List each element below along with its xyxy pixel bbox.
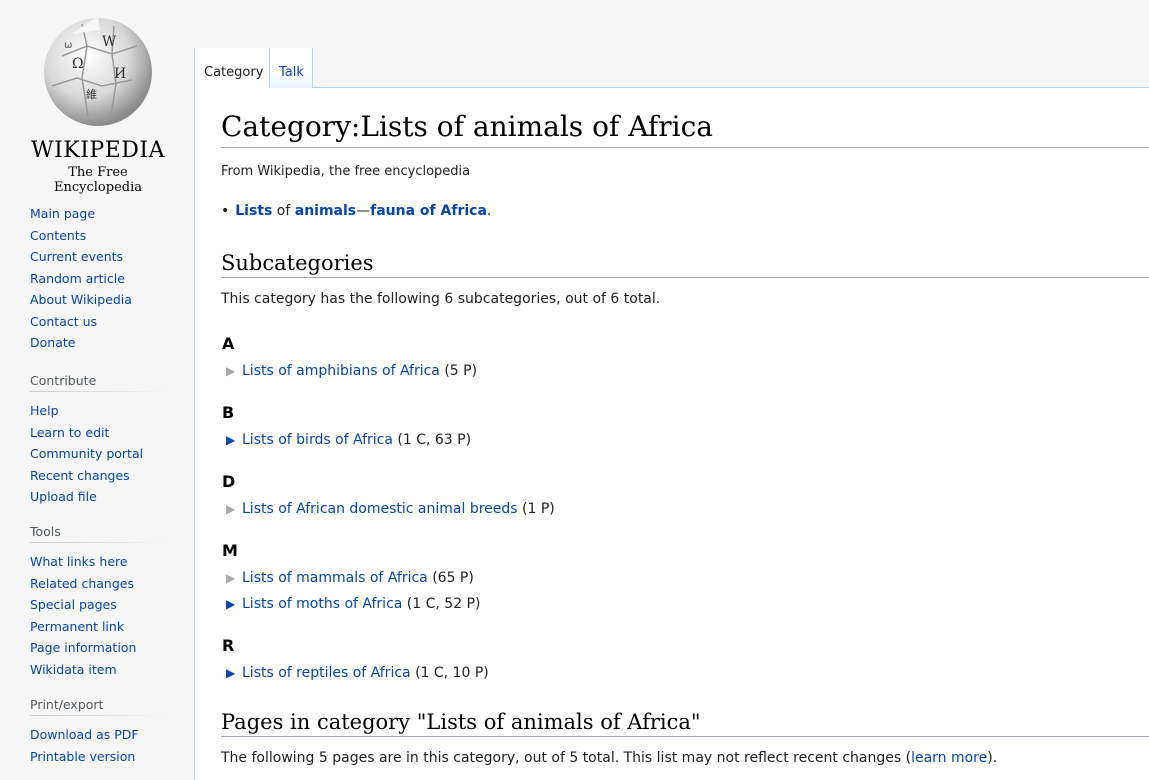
logo-wordmark: WIKIPEDIA	[30, 138, 165, 163]
nav-recent-changes[interactable]: Recent changes	[30, 468, 130, 483]
nav-contact-us[interactable]: Contact us	[30, 314, 97, 329]
svg-text:W: W	[102, 34, 117, 50]
nav-contents[interactable]: Contents	[30, 228, 86, 243]
nav-permanent-link[interactable]: Permanent link	[30, 619, 124, 634]
subcategory-item: ▶ Lists of moths of Africa (1 C, 52 P)	[226, 596, 480, 612]
tab-category[interactable]: Category	[194, 48, 270, 88]
hatnote: • Lists of animals—fauna of Africa.	[221, 203, 1149, 219]
nav-learn-to-edit[interactable]: Learn to edit	[30, 425, 109, 440]
nav-what-links-here[interactable]: What links here	[30, 554, 128, 569]
group-letter-b: B	[222, 403, 235, 422]
subcategory-link[interactable]: Lists of mammals of Africa	[242, 570, 428, 586]
expand-triangle-icon[interactable]: ▶	[226, 597, 238, 611]
subcategory-link[interactable]: Lists of amphibians of Africa	[242, 363, 440, 379]
contribute-heading: Contribute	[30, 373, 168, 392]
group-letter-d: D	[222, 472, 236, 491]
subcategory-count: (1 C, 10 P)	[415, 665, 489, 681]
nav-about-wikipedia[interactable]: About Wikipedia	[30, 292, 132, 307]
subcategory-count: (65 P)	[432, 570, 474, 586]
link-lists[interactable]: Lists	[235, 203, 272, 219]
nav-related-changes[interactable]: Related changes	[30, 576, 134, 591]
group-letter-r: R	[222, 636, 235, 655]
tab-talk[interactable]: Talk	[270, 48, 313, 88]
hatnote-of: of	[272, 203, 295, 219]
subcategory-item: ▶ Lists of amphibians of Africa (5 P)	[226, 363, 477, 379]
subcategory-count: (1 P)	[522, 501, 555, 517]
pages-description: The following 5 pages are in this catego…	[221, 750, 1149, 766]
svg-text:Ω: Ω	[72, 56, 84, 72]
svg-text:И: И	[114, 66, 126, 82]
collapsed-triangle-icon: ▶	[226, 571, 236, 585]
nav-print-export: Print/export Download as PDF Printable v…	[30, 697, 168, 767]
pages-heading: Pages in category "Lists of animals of A…	[221, 710, 1149, 737]
group-letter-a: A	[222, 334, 235, 353]
subcategory-link[interactable]: Lists of birds of Africa	[242, 432, 393, 448]
subcategory-link[interactable]: Lists of reptiles of Africa	[242, 665, 411, 681]
subcategories-description: This category has the following 6 subcat…	[221, 291, 661, 307]
nav-main-page[interactable]: Main page	[30, 206, 95, 221]
nav-page-information[interactable]: Page information	[30, 640, 136, 655]
link-animals[interactable]: animals	[295, 203, 356, 219]
subcategory-link[interactable]: Lists of moths of Africa	[242, 596, 402, 612]
subcategory-item: ▶ Lists of African domestic animal breeds…	[226, 501, 555, 517]
nav-main: Main page Contents Current events Random…	[30, 203, 168, 354]
pages-desc-text: The following 5 pages are in this catego…	[221, 750, 912, 766]
collapsed-triangle-icon: ▶	[226, 502, 236, 516]
subcategory-count: (1 C, 63 P)	[397, 432, 472, 448]
nav-tools: Tools What links here Related changes Sp…	[30, 524, 168, 680]
print-export-heading: Print/export	[30, 697, 168, 716]
hatnote-dash: —	[356, 203, 371, 219]
svg-text:維: 維	[86, 88, 97, 101]
subcategories-heading: Subcategories	[221, 251, 1149, 278]
subcategory-count: (5 P)	[444, 363, 478, 379]
learn-more-link[interactable]: learn more	[911, 750, 987, 766]
subcategory-item: ▶ Lists of reptiles of Africa (1 C, 10 P)	[226, 665, 489, 681]
nav-wikidata-item[interactable]: Wikidata item	[30, 662, 117, 677]
expand-triangle-icon[interactable]: ▶	[226, 666, 238, 680]
group-letter-m: M	[222, 541, 238, 560]
page-title: Category:Lists of animals of Africa	[221, 110, 1149, 148]
collapsed-triangle-icon: ▶	[226, 364, 236, 378]
nav-download-pdf[interactable]: Download as PDF	[30, 727, 139, 742]
puzzle-globe-icon: W Ω И 維 ω	[44, 16, 152, 126]
nav-upload-file[interactable]: Upload file	[30, 489, 97, 504]
hatnote-end: .	[486, 203, 492, 219]
nav-current-events[interactable]: Current events	[30, 249, 123, 264]
bullet: •	[221, 203, 230, 219]
nav-random-article[interactable]: Random article	[30, 271, 125, 286]
nav-help[interactable]: Help	[30, 403, 59, 418]
subcategory-item: ▶ Lists of birds of Africa (1 C, 63 P)	[226, 432, 471, 448]
pages-desc-end: ).	[987, 750, 998, 766]
nav-printable-version[interactable]: Printable version	[30, 749, 135, 764]
expand-triangle-icon[interactable]: ▶	[226, 433, 238, 447]
main-content: Category:Lists of animals of Africa From…	[194, 88, 1149, 780]
sidebar: W Ω И 維 ω WIKIPEDIA The Free Encyclopedi…	[0, 0, 194, 780]
nav-donate[interactable]: Donate	[30, 335, 75, 350]
nav-special-pages[interactable]: Special pages	[30, 597, 117, 612]
nav-community-portal[interactable]: Community portal	[30, 446, 143, 461]
page-subtitle: From Wikipedia, the free encyclopedia	[221, 164, 471, 179]
nav-contribute: Contribute Help Learn to edit Community …	[30, 373, 168, 508]
subcategory-link[interactable]: Lists of African domestic animal breeds	[242, 501, 518, 517]
subcategory-item: ▶ Lists of mammals of Africa (65 P)	[226, 570, 474, 586]
tools-heading: Tools	[30, 524, 168, 543]
link-fauna-of-africa[interactable]: fauna of Africa	[370, 203, 487, 219]
subcategory-count: (1 C, 52 P)	[406, 596, 481, 612]
svg-text:ω: ω	[64, 40, 72, 51]
wikipedia-logo[interactable]: W Ω И 維 ω WIKIPEDIA The Free Encyclopedi…	[28, 12, 168, 195]
logo-tagline: The Free Encyclopedia	[54, 165, 142, 195]
